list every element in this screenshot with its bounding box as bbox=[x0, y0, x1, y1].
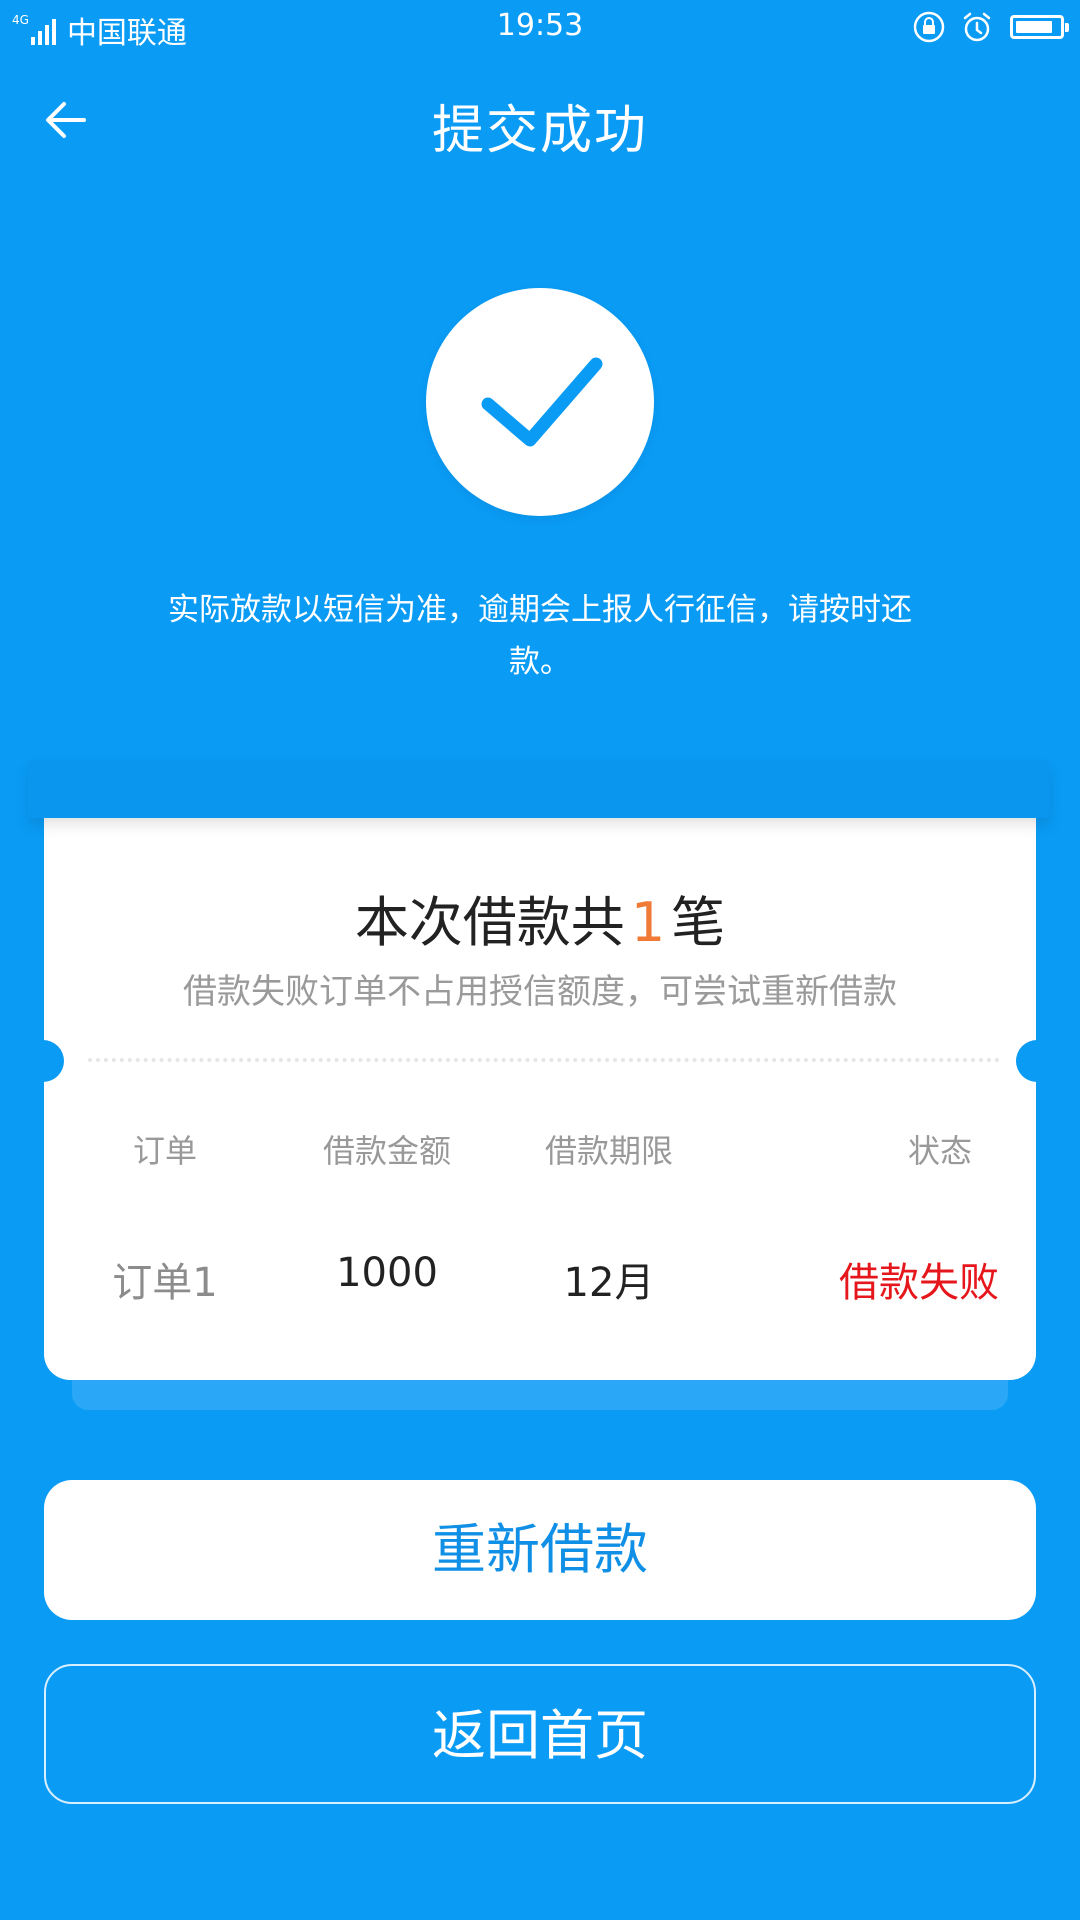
lock-rotation-icon bbox=[913, 11, 945, 43]
notice-text: 实际放款以短信为准，逾期会上报人行征信，请按时还款。 bbox=[168, 592, 912, 680]
cell-status: 借款失败 bbox=[839, 1260, 999, 1306]
ticket-notch-left bbox=[22, 1040, 64, 1082]
summary-suffix: 笔 bbox=[671, 891, 726, 954]
summary-prefix: 本次借款共 bbox=[354, 891, 625, 954]
status-bar: 4G 中国联通 19:53 bbox=[0, 0, 1080, 56]
retry-loan-button[interactable]: 重新借款 bbox=[44, 1480, 1036, 1620]
column-header-amount: 借款金额 bbox=[322, 1132, 451, 1170]
dotted-divider bbox=[88, 1058, 1000, 1062]
battery-icon bbox=[1010, 15, 1069, 39]
summary-heading: 本次借款共 1 笔 bbox=[44, 878, 1036, 957]
page-title: 提交成功 bbox=[431, 101, 648, 161]
summary-count: 1 bbox=[630, 891, 666, 954]
alarm-icon bbox=[963, 12, 991, 42]
summary-card: 本次借款共 1 笔 借款失败订单不占用授信额度，可尝试重新借款 订单 借款金额 借款… bbox=[44, 818, 1036, 1380]
cell-amount: 1000 bbox=[336, 1250, 438, 1296]
summary-subtitle: 借款失败订单不占用授信额度，可尝试重新借款 bbox=[183, 972, 897, 1012]
column-header-term: 借款期限 bbox=[544, 1132, 673, 1170]
column-header-order: 订单 bbox=[132, 1132, 197, 1170]
card-slot bbox=[28, 760, 1050, 818]
success-badge bbox=[426, 288, 654, 516]
ticket-notch-right bbox=[1016, 1040, 1058, 1082]
cell-order: 订单1 bbox=[112, 1260, 218, 1306]
column-header-status: 状态 bbox=[907, 1132, 972, 1170]
header: 提交成功 bbox=[0, 60, 1080, 180]
cell-term: 12月 bbox=[563, 1260, 655, 1306]
back-home-button[interactable]: 返回首页 bbox=[44, 1664, 1036, 1804]
battery-fill bbox=[1016, 21, 1053, 33]
check-icon bbox=[481, 357, 603, 447]
status-right bbox=[898, 10, 1069, 44]
